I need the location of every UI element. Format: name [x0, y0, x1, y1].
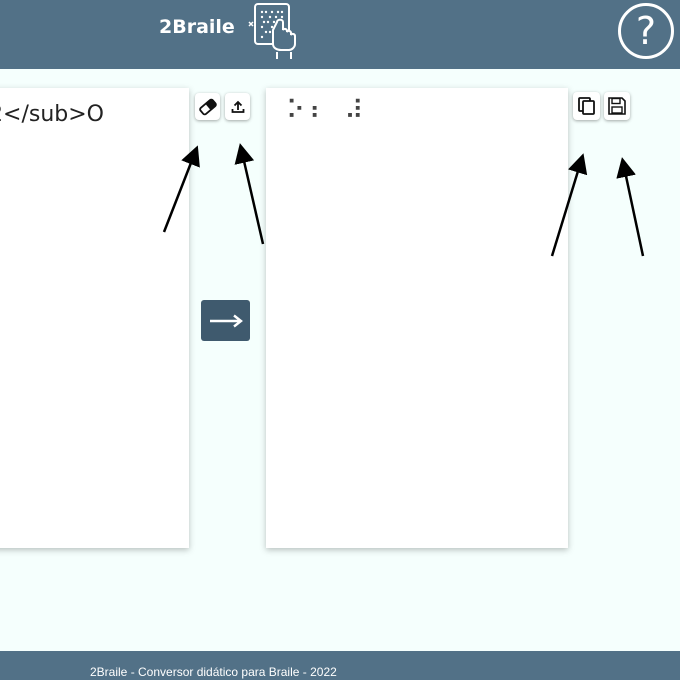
arrow-right-icon — [209, 314, 243, 327]
footer-text: 2Braile - Conversor didático para Braile… — [90, 665, 337, 679]
convert-button[interactable] — [201, 300, 250, 341]
header-bar: 2Braile ? — [0, 0, 680, 69]
clear-button[interactable] — [195, 93, 220, 120]
input-panel[interactable]: 2</sub>O — [0, 88, 189, 548]
save-button[interactable] — [604, 92, 630, 120]
annotation-arrow — [234, 143, 265, 245]
save-icon — [608, 97, 626, 115]
footer-bar: 2Braile - Conversor didático para Braile… — [0, 651, 680, 680]
braille-output: ⠕⠆ ⠼ — [286, 96, 368, 126]
help-button[interactable]: ? — [618, 3, 674, 59]
upload-icon — [231, 100, 244, 113]
annotation-arrow — [616, 157, 645, 257]
brand-title: 2Braile — [159, 16, 235, 38]
input-text[interactable]: 2</sub>O — [0, 102, 104, 127]
copy-icon — [577, 97, 595, 115]
copy-button[interactable] — [573, 92, 600, 120]
output-panel[interactable]: ⠕⠆ ⠼ — [266, 88, 568, 548]
upload-button[interactable] — [225, 93, 250, 120]
eraser-icon — [198, 98, 217, 115]
braille-tablet-hand-icon — [248, 3, 296, 59]
